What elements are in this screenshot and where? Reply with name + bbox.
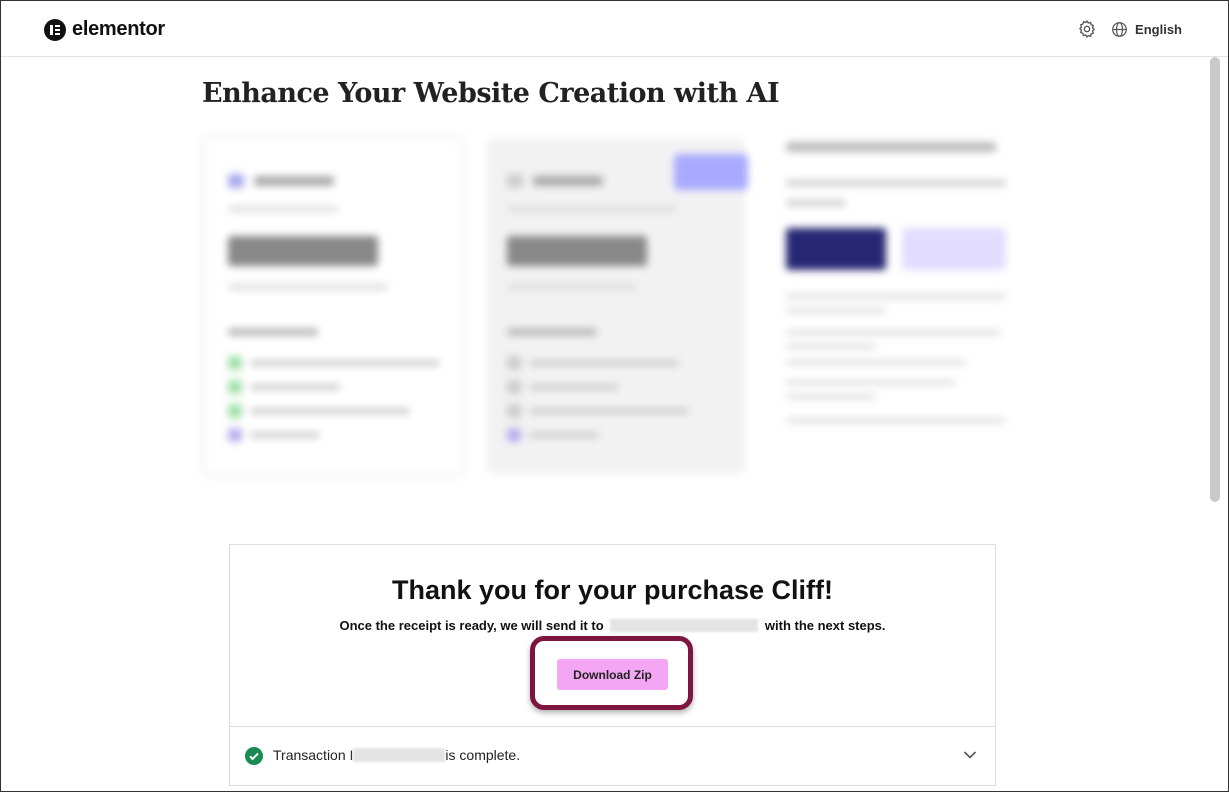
header-controls: English bbox=[1077, 19, 1182, 39]
purchase-confirmation-panel: Thank you for your purchase Cliff! Once … bbox=[229, 544, 996, 786]
redacted-email bbox=[610, 619, 759, 632]
globe-icon[interactable] bbox=[1111, 21, 1128, 38]
language-selector[interactable]: English bbox=[1135, 22, 1182, 37]
top-bar: elementor English bbox=[1, 1, 1228, 57]
transaction-text-start: Transaction I bbox=[273, 747, 354, 763]
check-circle-icon bbox=[245, 747, 263, 765]
pricing-section: Enhance Your Website Creation with AI bbox=[190, 72, 1020, 492]
blurred-button-secondary bbox=[902, 228, 1006, 270]
brand-logo[interactable]: elementor bbox=[44, 18, 165, 41]
gear-icon[interactable] bbox=[1077, 19, 1097, 39]
chevron-down-icon[interactable] bbox=[963, 750, 977, 760]
receipt-text-start: Once the receipt is ready, we will send … bbox=[339, 618, 604, 633]
transaction-status-row[interactable]: Transaction I is complete. bbox=[230, 726, 995, 786]
redacted-transaction-id bbox=[353, 748, 446, 762]
receipt-text-end: with the next steps. bbox=[764, 618, 886, 633]
transaction-text-end: is complete. bbox=[445, 747, 521, 763]
vertical-scrollbar[interactable] bbox=[1210, 57, 1220, 502]
plan-card-blurred bbox=[204, 138, 462, 474]
elementor-logo-icon bbox=[44, 18, 66, 41]
plan-badge-blurred bbox=[674, 154, 748, 190]
receipt-message: Once the receipt is ready, we will send … bbox=[230, 618, 995, 633]
thank-you-heading: Thank you for your purchase Cliff! bbox=[391, 575, 834, 605]
blurred-button-primary bbox=[786, 228, 886, 270]
page-title: Enhance Your Website Creation with AI bbox=[202, 78, 780, 109]
download-zip-button[interactable]: Download Zip bbox=[557, 659, 668, 690]
transaction-message: Transaction I is complete. bbox=[273, 747, 520, 763]
brand-name: elementor bbox=[72, 18, 165, 40]
